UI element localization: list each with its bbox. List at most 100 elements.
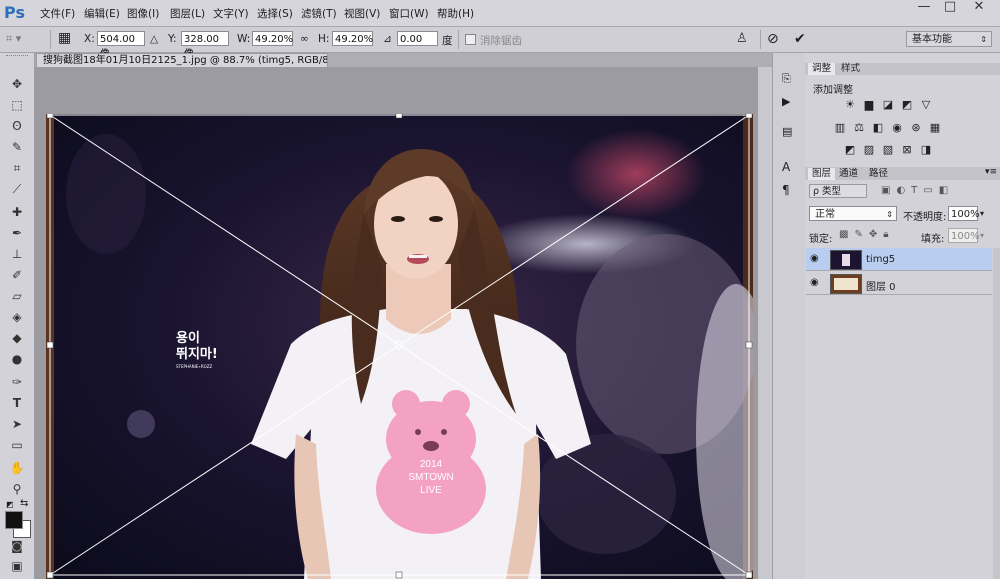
vibrance-icon[interactable]: ▽ <box>919 99 933 111</box>
dodge-tool-icon[interactable]: ● <box>8 350 26 368</box>
document-tab[interactable]: 搜狗截图18年01月10日2125_1.jpg @ 88.7% (timg5, … <box>36 53 328 67</box>
clone-stamp-icon[interactable]: ⊥ <box>8 245 26 263</box>
curves-icon[interactable]: ◪ <box>881 99 895 111</box>
color-balance-icon[interactable]: ⚖ <box>852 122 866 134</box>
blur-tool-icon[interactable]: ◆ <box>8 329 26 347</box>
posterize-icon[interactable]: ▨ <box>862 144 876 156</box>
history-brush-icon[interactable]: ✐ <box>8 266 26 284</box>
menu-window[interactable]: 窗口(W) <box>389 6 429 22</box>
invert-icon[interactable]: ◩ <box>843 144 857 156</box>
menu-layer[interactable]: 图层(L) <box>170 6 205 22</box>
levels-icon[interactable]: ▆ <box>862 99 876 111</box>
workspace-select[interactable]: 基本功能 ⇕ <box>906 31 992 47</box>
character-panel-icon[interactable]: A <box>782 160 796 174</box>
separator <box>458 30 459 49</box>
brightness-icon[interactable]: ☀ <box>843 99 857 111</box>
x-input[interactable]: 504.00 像 <box>97 31 145 60</box>
channel-mixer-icon[interactable]: ⊛ <box>909 122 923 134</box>
cancel-transform-icon[interactable]: ⊘ <box>767 30 783 48</box>
black-white-icon[interactable]: ◧ <box>871 122 885 134</box>
history-panel-icon[interactable]: ⎘ <box>782 72 796 86</box>
blend-mode-select[interactable]: 正常 ⇕ <box>809 206 897 221</box>
properties-panel-icon[interactable]: ▤ <box>782 125 796 139</box>
layers-scrollbar[interactable] <box>993 248 1000 579</box>
eyedropper-icon[interactable]: ⟋ <box>8 180 26 198</box>
warp-icon[interactable]: ♙ <box>736 30 752 48</box>
quick-mask-icon[interactable]: ◙ <box>8 537 26 555</box>
gradient-map-icon[interactable]: ⊠ <box>900 144 914 156</box>
layer-filter-icons[interactable]: ▣◐T▭◧ <box>881 185 991 197</box>
h-input[interactable]: 49.20% <box>332 31 373 46</box>
tab-paths[interactable]: 路径 <box>865 168 892 180</box>
y-input[interactable]: 328.00 像 <box>181 31 229 60</box>
swap-colors-icon[interactable]: ⇆ <box>20 499 30 509</box>
selective-color-icon[interactable]: ◨ <box>919 144 933 156</box>
path-selection-icon[interactable]: ➤ <box>8 415 26 433</box>
layer-name[interactable]: 图层 0 <box>866 278 896 293</box>
commit-transform-icon[interactable]: ✔ <box>794 30 810 48</box>
tab-styles[interactable]: 样式 <box>837 63 864 75</box>
healing-brush-icon[interactable]: ✚ <box>8 203 26 221</box>
tab-adjustments[interactable]: 调整 <box>808 63 836 75</box>
close-window-button[interactable]: ✕ <box>964 0 994 16</box>
screen-mode-icon[interactable]: ▣ <box>8 557 26 575</box>
paragraph-panel-icon[interactable]: ¶ <box>782 183 796 197</box>
default-colors-icon[interactable]: ◩ <box>6 501 14 509</box>
toolbar-grip[interactable] <box>6 55 28 59</box>
minimize-button[interactable]: — <box>912 0 936 16</box>
marquee-tool-icon[interactable]: ⬚ <box>8 96 26 114</box>
visibility-eye-icon[interactable]: ◉ <box>810 253 822 265</box>
threshold-icon[interactable]: ▧ <box>881 144 895 156</box>
exposure-icon[interactable]: ◩ <box>900 99 914 111</box>
canvas-scrollbar[interactable] <box>758 67 772 579</box>
eraser-tool-icon[interactable]: ▱ <box>8 287 26 305</box>
layer-row-timg5[interactable]: ◉ timg5 <box>806 248 992 271</box>
reference-point-icon[interactable]: ▦ <box>58 30 74 47</box>
foreground-color-swatch[interactable] <box>5 511 23 529</box>
menu-filter[interactable]: 滤镜(T) <box>301 6 337 22</box>
color-lookup-icon[interactable]: ▦ <box>928 122 942 134</box>
angle-input[interactable]: 0.00 <box>397 31 438 46</box>
hue-saturation-icon[interactable]: ▥ <box>833 122 847 134</box>
zoom-tool-icon[interactable]: ⚲ <box>8 480 26 498</box>
menu-edit[interactable]: 编辑(E) <box>84 6 120 22</box>
brush-tool-icon[interactable]: ✒ <box>8 224 26 242</box>
tab-layers[interactable]: 图层 <box>808 168 836 180</box>
quick-selection-icon[interactable]: ✎ <box>8 138 26 156</box>
photo-filter-icon[interactable]: ◉ <box>890 122 904 134</box>
antialias-checkbox[interactable] <box>465 34 476 45</box>
separator <box>50 30 51 49</box>
type-tool-icon[interactable]: T <box>8 394 26 412</box>
rectangle-tool-icon[interactable]: ▭ <box>8 436 26 454</box>
pen-tool-icon[interactable]: ✑ <box>8 373 26 391</box>
restore-button[interactable]: □ <box>938 0 962 16</box>
crop-tool-icon[interactable]: ⌗ <box>8 159 26 177</box>
tab-channels[interactable]: 通道 <box>835 168 862 180</box>
panel-menu-icon[interactable]: ▾≡ <box>985 167 997 177</box>
opacity-input[interactable]: 100% <box>948 206 980 221</box>
layer-row-layer0[interactable]: ◉ 图层 0 <box>806 272 992 295</box>
fill-dropdown-icon[interactable]: ▾ <box>980 228 992 243</box>
visibility-eye-icon[interactable]: ◉ <box>810 277 822 289</box>
menu-file[interactable]: 文件(F) <box>40 6 75 22</box>
lock-icons[interactable]: ▩✎✥🔒︎ <box>839 229 899 240</box>
opacity-dropdown-icon[interactable]: ▾ <box>980 206 992 221</box>
layer-name[interactable]: timg5 <box>866 254 895 265</box>
delta-icon[interactable]: △ <box>150 33 158 45</box>
document-image[interactable]: 2014 SMTOWN LIVE 용이 뛰지마! STEPHANIE∙ROZZ <box>46 114 753 579</box>
menu-select[interactable]: 选择(S) <box>257 6 293 22</box>
w-input[interactable]: 49.20% <box>252 31 293 46</box>
menu-type[interactable]: 文字(Y) <box>213 6 249 22</box>
layer-filter-select[interactable]: ρ 类型 <box>809 184 867 198</box>
paint-bucket-icon[interactable]: ◈ <box>8 308 26 326</box>
lasso-tool-icon[interactable]: ʘ <box>8 117 26 135</box>
hand-tool-icon[interactable]: ✋ <box>8 459 26 477</box>
move-tool-icon[interactable]: ✥ <box>8 75 26 93</box>
menu-help[interactable]: 帮助(H) <box>437 6 474 22</box>
tool-preset-icon[interactable]: ⌗ ▾ <box>6 32 42 47</box>
menu-image[interactable]: 图像(I) <box>127 6 159 22</box>
menu-view[interactable]: 视图(V) <box>344 6 380 22</box>
actions-panel-icon[interactable]: ▶ <box>782 95 796 109</box>
fill-input[interactable]: 100% <box>948 228 980 243</box>
link-icon[interactable]: ∞ <box>300 33 309 45</box>
